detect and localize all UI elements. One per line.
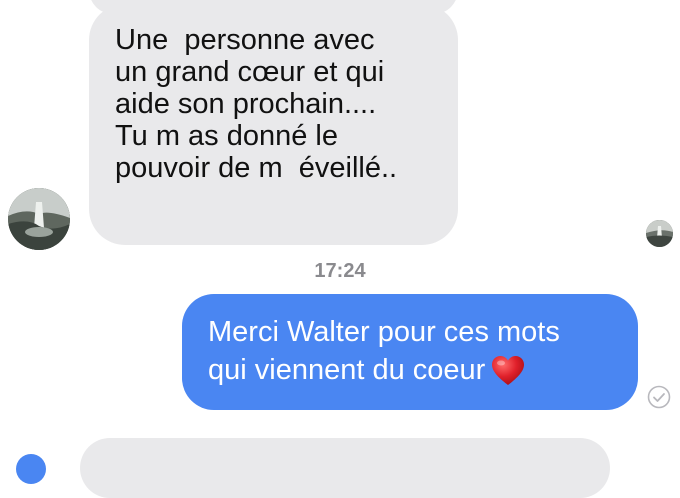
incoming-message-line: Tu m as donné le (115, 120, 338, 152)
read-by-avatar (646, 220, 673, 247)
contact-avatar-partial[interactable] (16, 454, 46, 484)
heart-emoji-icon (492, 356, 525, 386)
outgoing-message-line-with-emoji: qui viennent du coeur (208, 351, 638, 389)
contact-avatar[interactable] (8, 188, 70, 250)
incoming-message-line: un grand cœur et qui (115, 56, 385, 88)
incoming-message-bubble[interactable]: Une personne avec un grand cœur et qui a… (89, 4, 458, 245)
incoming-message-line: pouvoir de m éveillé.. (115, 152, 398, 184)
incoming-message-line: Une personne avec (115, 24, 375, 56)
message-timestamp: 17:24 (314, 260, 366, 282)
outgoing-message-line: Merci Walter pour ces mots (208, 316, 560, 348)
incoming-message-line: aide son prochain.... (115, 88, 377, 120)
outgoing-message-bubble[interactable]: Merci Walter pour ces mots qui viennent … (182, 294, 638, 410)
outgoing-message-text: qui viennent du coeur (208, 354, 486, 386)
check-circle-icon (647, 385, 671, 409)
waterfall-avatar-image (8, 188, 70, 250)
waterfall-avatar-image (646, 220, 673, 247)
next-message-bubble[interactable] (80, 438, 610, 498)
